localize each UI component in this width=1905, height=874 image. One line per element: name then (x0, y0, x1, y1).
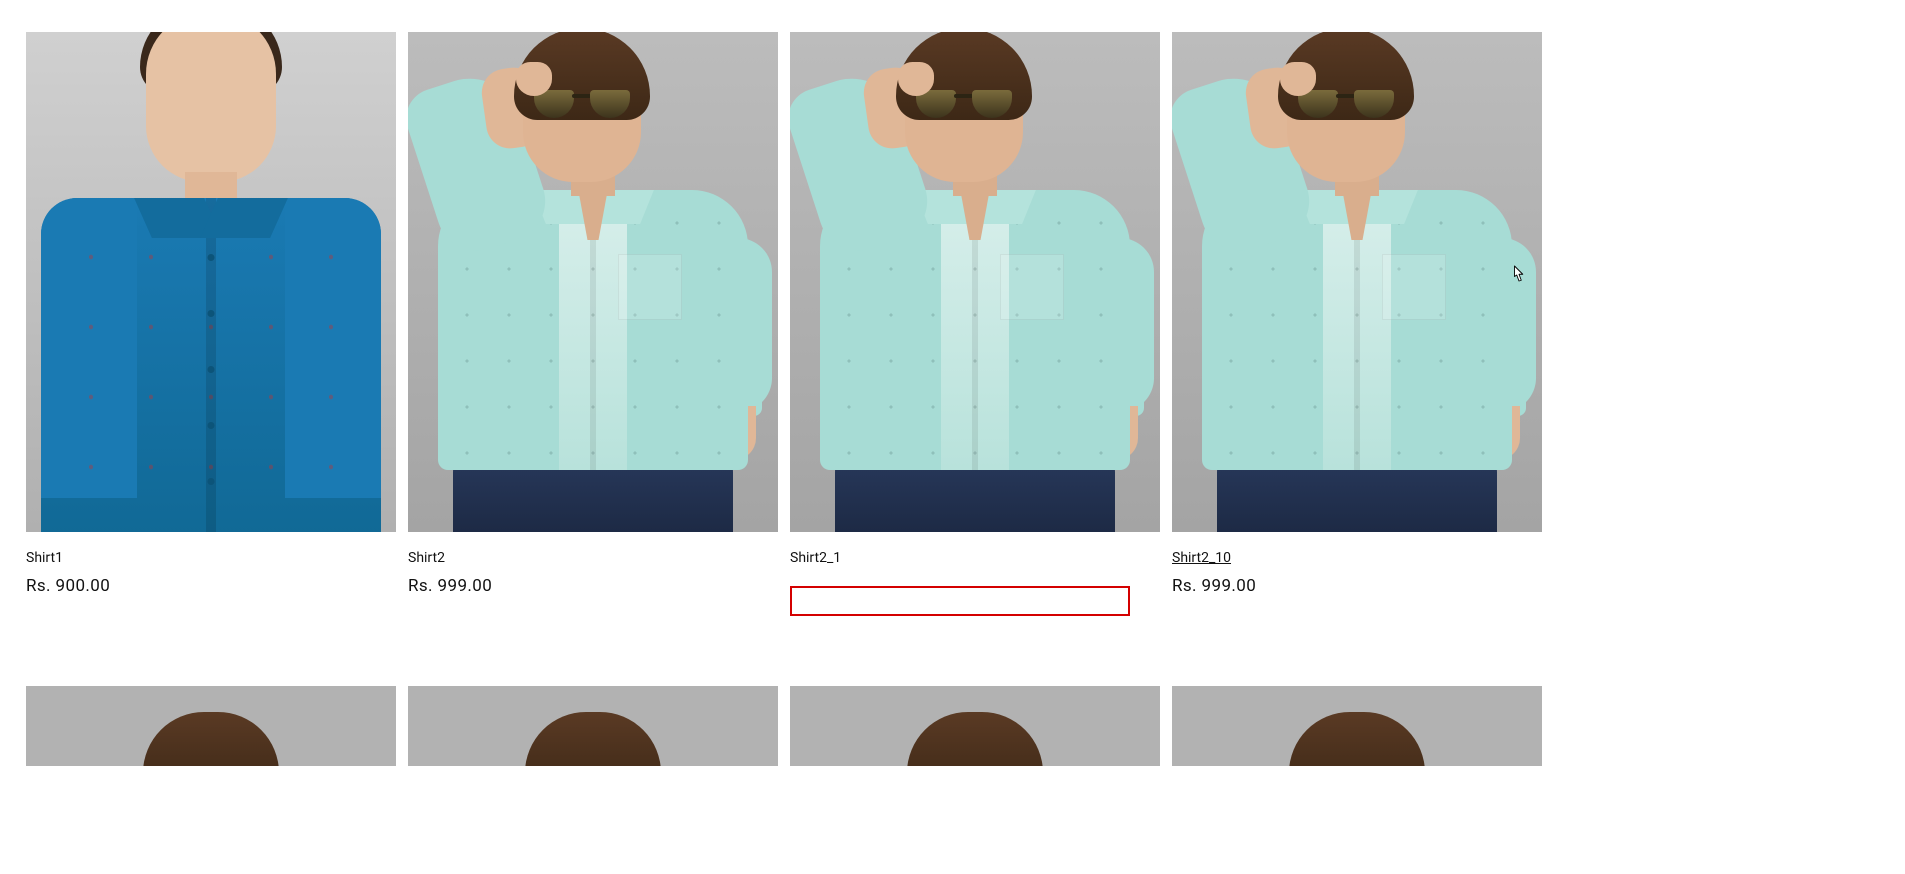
product-card[interactable]: Shirt2_10 Rs. 999.00 (1172, 32, 1542, 616)
product-listing-page: Shirt1 Rs. 900.00 (0, 32, 1905, 766)
product-name[interactable]: Shirt2_10 (1172, 550, 1542, 566)
product-image[interactable] (26, 686, 396, 766)
product-image[interactable] (790, 32, 1160, 532)
product-image[interactable] (790, 686, 1160, 766)
product-price: Rs. 999.00 (408, 576, 778, 596)
product-card[interactable]: Shirt2 Rs. 999.00 (408, 32, 778, 616)
product-name[interactable]: Shirt1 (26, 550, 396, 566)
product-image[interactable] (408, 686, 778, 766)
product-image[interactable] (1172, 686, 1542, 766)
product-image[interactable] (1172, 32, 1542, 532)
product-card[interactable]: Shirt1 Rs. 900.00 (26, 32, 396, 616)
product-price: Rs. 900.00 (26, 576, 396, 596)
missing-price-highlight (790, 586, 1130, 616)
product-name[interactable]: Shirt2_1 (790, 550, 1160, 566)
product-grid: Shirt1 Rs. 900.00 (26, 32, 1879, 766)
product-name[interactable]: Shirt2 (408, 550, 778, 566)
product-price: Rs. 999.00 (1172, 576, 1542, 596)
product-image[interactable] (408, 32, 778, 532)
product-image[interactable] (26, 32, 396, 532)
product-card[interactable]: Shirt2_1 (790, 32, 1160, 616)
